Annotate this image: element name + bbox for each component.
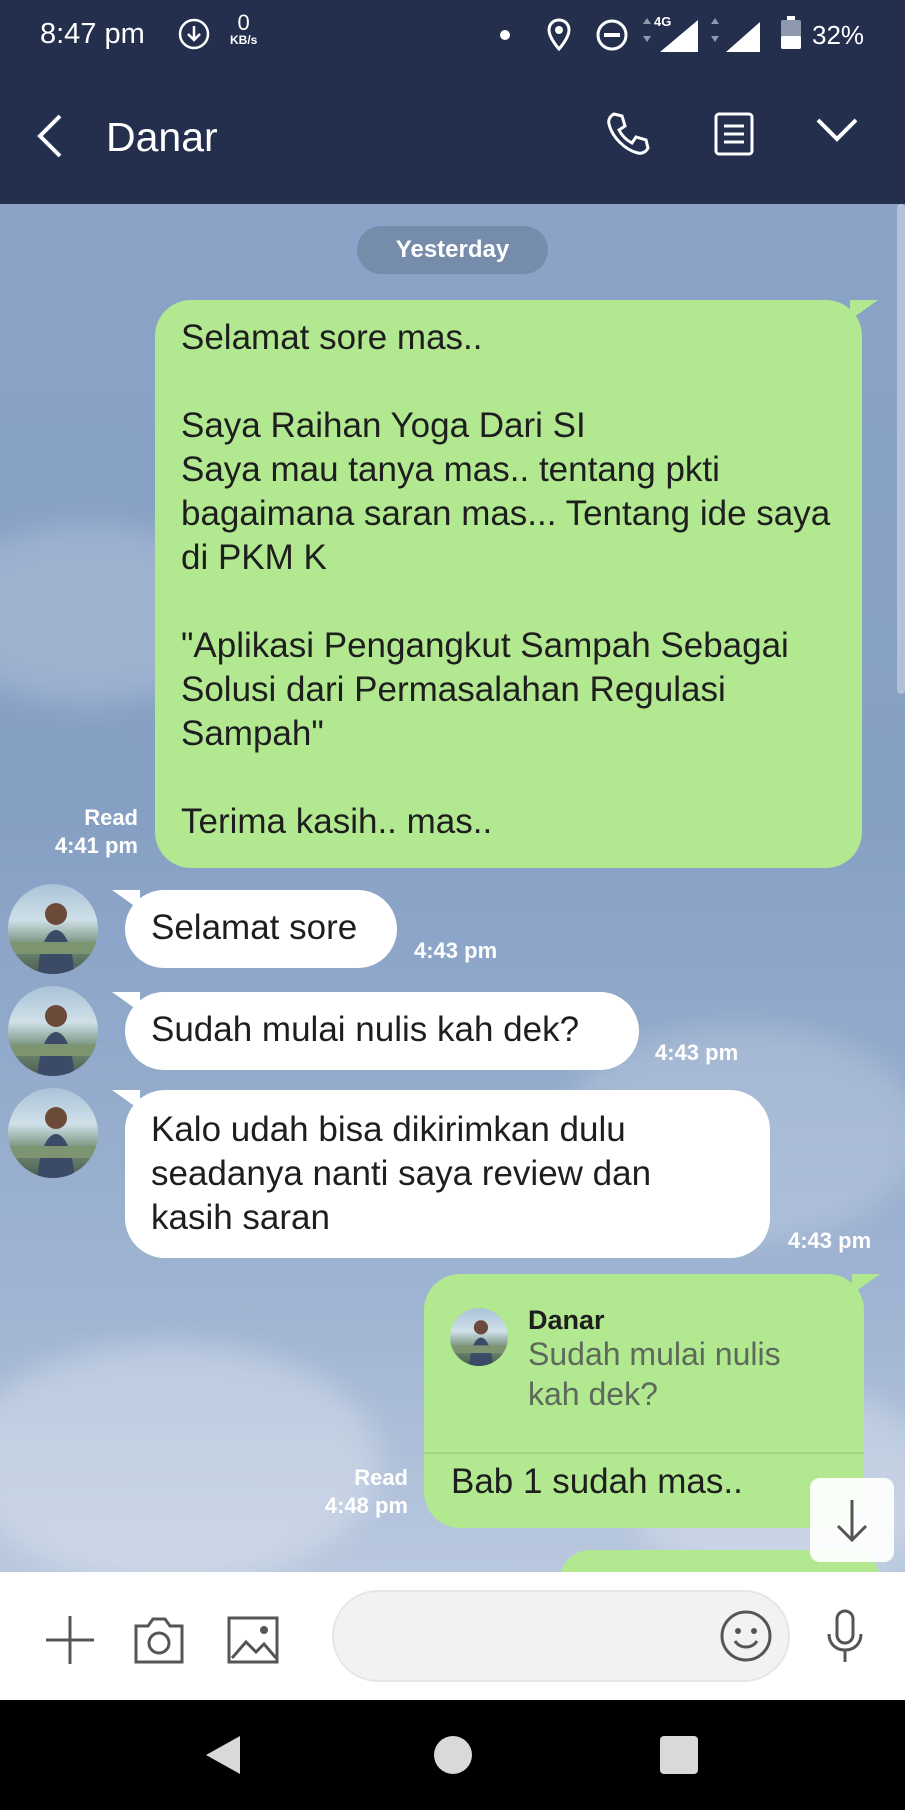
battery-percent: 32%	[812, 20, 865, 50]
arrow-down-icon	[836, 1500, 868, 1543]
camera-icon[interactable]	[132, 1614, 186, 1671]
battery-icon	[780, 16, 802, 55]
bubble-tail	[112, 1090, 140, 1110]
message-time: 4:43 pm	[655, 1040, 739, 1065]
message-bubble-incoming[interactable]: Kalo udah bisa dikirimkan dulu seadanya …	[125, 1090, 770, 1258]
do-not-disturb-icon	[595, 18, 629, 57]
nav-home-icon[interactable]	[434, 1736, 472, 1774]
bubble-tail	[112, 992, 140, 1012]
chat-area[interactable]: Yesterday Selamat sore mas.. Saya Raihan…	[0, 204, 905, 1572]
message-time: 4:43 pm	[414, 938, 498, 963]
message-bubble-outgoing[interactable]: Selamat sore mas.. Saya Raihan Yoga Dari…	[155, 300, 862, 868]
avatar[interactable]	[8, 1088, 98, 1178]
message-text: Selamat sore mas.. Saya Raihan Yoga Dari…	[181, 318, 831, 841]
notes-icon[interactable]	[712, 110, 756, 163]
system-nav-bar	[0, 1700, 905, 1810]
message-bubble-incoming[interactable]: Sudah mulai nulis kah dek?	[125, 992, 639, 1070]
notification-dot-icon	[500, 30, 510, 40]
plus-icon[interactable]	[42, 1612, 98, 1673]
status-time: 8:47 pm	[40, 18, 145, 50]
location-icon	[546, 18, 572, 57]
microphone-icon[interactable]	[822, 1608, 868, 1669]
back-icon[interactable]	[34, 112, 66, 165]
background-cloud	[0, 1344, 380, 1572]
net-speed-value: 0	[237, 10, 250, 35]
reply-divider	[424, 1452, 864, 1454]
reply-quote-text: Sudah mulai nulis kah dek?	[528, 1336, 781, 1412]
chat-header: Danar	[0, 68, 905, 204]
emoji-icon[interactable]	[718, 1608, 774, 1669]
download-icon	[176, 16, 212, 57]
message-time: 4:41 pm	[54, 833, 138, 858]
svg-text:4G: 4G	[654, 14, 671, 29]
message-time: 4:43 pm	[788, 1228, 872, 1253]
message-text: Sudah mulai nulis kah dek?	[151, 1010, 580, 1049]
message-time: 4:48 pm	[324, 1493, 408, 1518]
reply-avatar	[450, 1308, 508, 1366]
bubble-tail	[112, 890, 140, 910]
message-meta: Read 4:48 pm	[290, 1464, 408, 1520]
signal-4g-icon: 4G	[640, 14, 704, 59]
message-meta: Read 4:41 pm	[20, 804, 138, 860]
nav-back-icon[interactable]	[204, 1734, 244, 1781]
input-bar	[0, 1572, 905, 1700]
phone-icon[interactable]	[604, 110, 652, 163]
message-text: Kalo udah bisa dikirimkan dulu seadanya …	[151, 1110, 652, 1237]
scroll-down-button[interactable]	[810, 1478, 894, 1562]
chevron-down-icon[interactable]	[814, 114, 860, 151]
message-text: Bab 1 sudah mas..	[451, 1462, 743, 1501]
signal-2-icon	[708, 14, 772, 59]
nav-recent-icon[interactable]	[660, 1736, 698, 1774]
net-speed: 0 KB/s	[230, 10, 258, 47]
avatar[interactable]	[8, 884, 98, 974]
contact-name: Danar	[106, 114, 218, 160]
date-separator: Yesterday	[357, 226, 548, 274]
message-bubble-outgoing[interactable]: Danar Sudah mulai nulis kah dek? Bab 1 s…	[424, 1274, 864, 1528]
message-bubble-incoming[interactable]: Selamat sore	[125, 890, 397, 968]
status-bar: 8:47 pm 0 KB/s 4G 32%	[0, 0, 905, 68]
message-text: Selamat sore	[151, 908, 358, 947]
avatar[interactable]	[8, 986, 98, 1076]
net-speed-unit: KB/s	[230, 33, 258, 47]
read-status: Read	[354, 1465, 408, 1490]
read-status: Read	[84, 805, 138, 830]
image-icon[interactable]	[226, 1614, 280, 1671]
scrollbar[interactable]	[897, 204, 905, 694]
